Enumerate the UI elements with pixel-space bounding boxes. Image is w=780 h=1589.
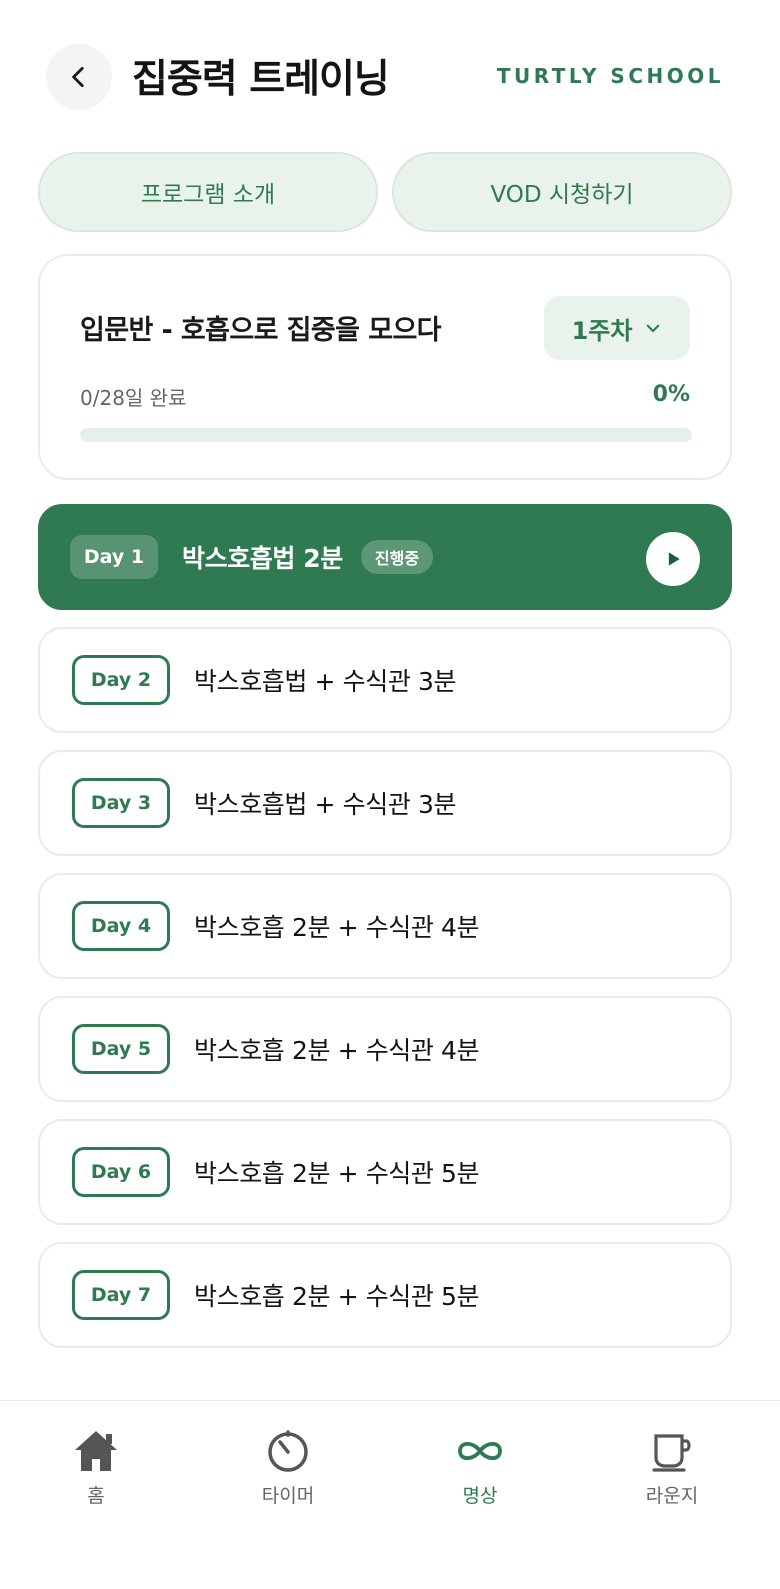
chevron-down-icon [647, 324, 660, 333]
day-badge: Day 3 [72, 778, 170, 828]
nav-label: 명상 [462, 1485, 498, 1507]
week-selector-label: 1주차 [571, 316, 633, 345]
day-list: Day 1 박스호흡법 2분 진행중 Day 2 박스호흡법 + 수식관 3분 … [38, 504, 732, 1365]
day-title: 박스호흡 2분 + 수식관 5분 [194, 1159, 480, 1188]
nav-item-lounge[interactable]: 라운지 [612, 1427, 732, 1508]
day-badge: Day 4 [72, 901, 170, 951]
list-item-day-7[interactable]: Day 7 박스호흡 2분 + 수식관 5분 [38, 1242, 732, 1348]
progress-text: 0/28일 완료 [80, 386, 187, 410]
week-selector[interactable]: 1주차 [544, 296, 690, 360]
day-title: 박스호흡법 + 수식관 3분 [194, 790, 457, 819]
nav-item-home[interactable]: 홈 [36, 1427, 156, 1508]
vod-watch-button[interactable]: VOD 시청하기 [392, 152, 732, 232]
bottom-nav: 홈 타이머 명상 라운지 [0, 1400, 780, 1589]
cup-icon [652, 1434, 691, 1472]
list-item-day-5[interactable]: Day 5 박스호흡 2분 + 수식관 4분 [38, 996, 732, 1102]
list-item-day-2[interactable]: Day 2 박스호흡법 + 수식관 3분 [38, 627, 732, 733]
nav-item-meditation[interactable]: 명상 [420, 1427, 540, 1508]
play-button[interactable] [646, 532, 700, 586]
chevron-left-icon [72, 66, 84, 88]
home-icon [75, 1431, 117, 1471]
day-title: 박스호흡법 2분 [182, 544, 343, 573]
day-title: 박스호흡 2분 + 수식관 4분 [194, 1036, 480, 1065]
timer-icon [268, 1430, 308, 1472]
program-intro-button[interactable]: 프로그램 소개 [38, 152, 378, 232]
list-item-day-3[interactable]: Day 3 박스호흡법 + 수식관 3분 [38, 750, 732, 856]
list-item-day-4[interactable]: Day 4 박스호흡 2분 + 수식관 4분 [38, 873, 732, 979]
nav-item-timer[interactable]: 타이머 [228, 1427, 348, 1508]
day-badge: Day 5 [72, 1024, 170, 1074]
day-badge: Day 6 [72, 1147, 170, 1197]
program-title: 입문반 - 호흡으로 집중을 모으다 [80, 315, 442, 346]
back-button[interactable] [46, 44, 112, 110]
day-title: 박스호흡 2분 + 수식관 5분 [194, 1282, 480, 1311]
infinity-icon [458, 1441, 502, 1461]
brand-logo-text: TURTLY SCHOOL [496, 64, 724, 88]
list-item-day-6[interactable]: Day 6 박스호흡 2분 + 수식관 5분 [38, 1119, 732, 1225]
status-badge: 진행중 [360, 540, 434, 574]
day-badge: Day 2 [72, 655, 170, 705]
nav-label: 라운지 [645, 1485, 699, 1507]
progress-bar [80, 428, 692, 442]
program-card: 입문반 - 호흡으로 집중을 모으다 1주차 0/28일 완료 0% [38, 254, 732, 480]
nav-label: 홈 [87, 1485, 105, 1507]
play-icon [668, 552, 680, 566]
page-title: 집중력 트레이닝 [132, 57, 390, 102]
list-item-day-1[interactable]: Day 1 박스호흡법 2분 진행중 [38, 504, 732, 610]
nav-label: 타이머 [261, 1485, 315, 1507]
page: 집중력 트레이닝 TURTLY SCHOOL 프로그램 소개 VOD 시청하기 … [0, 0, 780, 1589]
day-title: 박스호흡법 + 수식관 3분 [194, 667, 457, 696]
day-badge: Day 1 [70, 535, 158, 579]
progress-percent: 0% [652, 382, 690, 407]
day-title: 박스호흡 2분 + 수식관 4분 [194, 913, 480, 942]
day-badge: Day 7 [72, 1270, 170, 1320]
